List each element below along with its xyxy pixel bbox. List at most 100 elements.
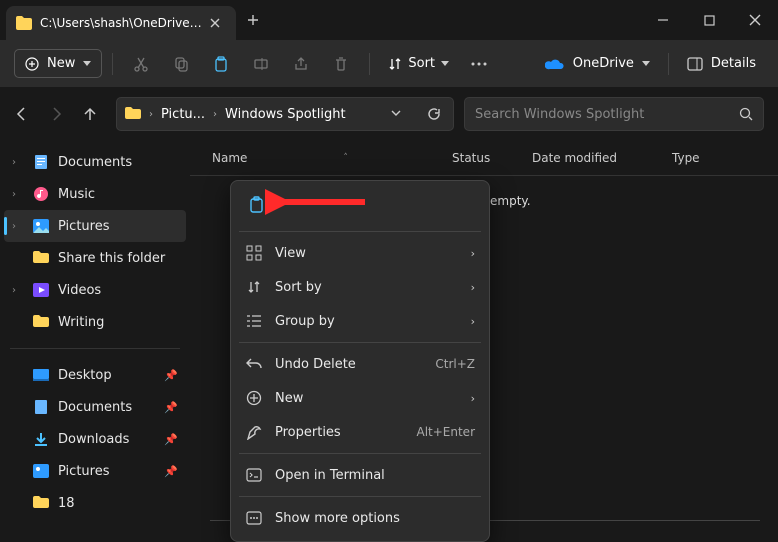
onedrive-button[interactable]: OneDrive	[537, 56, 658, 71]
context-label: Open in Terminal	[275, 468, 475, 483]
up-button[interactable]	[82, 106, 106, 122]
folder-icon	[32, 251, 50, 265]
undo-icon	[245, 357, 263, 371]
sidebar-item-desktop[interactable]: Desktop 📌	[4, 359, 186, 391]
onedrive-label: OneDrive	[573, 56, 634, 71]
context-shortcut: Ctrl+Z	[435, 357, 475, 371]
breadcrumb-seg-2[interactable]: Windows Spotlight	[225, 107, 346, 122]
search-placeholder: Search Windows Spotlight	[475, 107, 739, 122]
sidebar-item-label: 18	[58, 496, 75, 511]
documents-icon	[32, 399, 50, 415]
folder-icon	[32, 315, 50, 329]
videos-icon	[32, 283, 50, 297]
maximize-button[interactable]	[686, 0, 732, 40]
sidebar-item-videos[interactable]: › Videos	[4, 274, 186, 306]
column-name[interactable]: Name	[212, 151, 247, 165]
tab-title: C:\Users\shash\OneDrive\Pictu...	[40, 16, 202, 30]
column-headers[interactable]: Name ˄ Status Date modified Type	[190, 140, 778, 176]
pin-icon: 📌	[164, 465, 178, 478]
sidebar-item-pictures-2[interactable]: Pictures 📌	[4, 455, 186, 487]
chevron-down-icon	[83, 61, 91, 67]
context-paste-button[interactable]	[243, 191, 271, 219]
sidebar-item-documents[interactable]: › Documents	[4, 146, 186, 178]
context-sort-by[interactable]: Sort by ›	[237, 270, 483, 304]
details-button[interactable]: Details	[679, 56, 764, 71]
context-label: Show more options	[275, 511, 475, 526]
new-label: New	[47, 56, 75, 71]
details-pane-icon	[687, 57, 703, 71]
context-label: Properties	[275, 425, 404, 440]
paste-icon[interactable]	[203, 56, 239, 72]
context-undo-delete[interactable]: Undo Delete Ctrl+Z	[237, 347, 483, 381]
sidebar-item-writing[interactable]: Writing	[4, 306, 186, 338]
context-view[interactable]: View ›	[237, 236, 483, 270]
pin-icon: 📌	[164, 401, 178, 414]
delete-icon[interactable]	[323, 56, 359, 72]
chevron-down-icon[interactable]	[391, 110, 401, 118]
chevron-right-icon: ›	[12, 285, 24, 296]
copy-icon[interactable]	[163, 56, 199, 72]
context-label: New	[275, 391, 459, 406]
window-controls	[640, 0, 778, 40]
back-button[interactable]	[14, 106, 38, 122]
documents-icon	[32, 154, 50, 170]
tab-active[interactable]: C:\Users\shash\OneDrive\Pictu...	[6, 6, 236, 40]
pin-icon: 📌	[164, 369, 178, 382]
chevron-right-icon: ›	[12, 189, 24, 200]
paste-icon	[248, 196, 266, 214]
refresh-button[interactable]	[423, 107, 445, 121]
column-date[interactable]: Date modified	[532, 151, 672, 165]
new-button[interactable]: New	[14, 49, 102, 78]
sidebar-item-music[interactable]: › Music	[4, 178, 186, 210]
sort-indicator-icon: ˄	[343, 153, 348, 163]
more-icon[interactable]	[461, 62, 497, 66]
titlebar: C:\Users\shash\OneDrive\Pictu...	[0, 0, 778, 40]
context-properties[interactable]: Properties Alt+Enter	[237, 415, 483, 449]
chevron-right-icon: ›	[12, 157, 24, 168]
context-label: Group by	[275, 314, 459, 329]
chevron-right-icon: ›	[471, 392, 475, 405]
pictures-icon	[32, 464, 50, 478]
sidebar-item-pictures[interactable]: › Pictures	[4, 210, 186, 242]
cut-icon[interactable]	[123, 56, 159, 72]
context-label: View	[275, 246, 459, 261]
context-label: Sort by	[275, 280, 459, 295]
column-type[interactable]: Type	[672, 151, 778, 165]
properties-icon	[245, 424, 263, 440]
context-label: Undo Delete	[275, 357, 423, 372]
sidebar-item-downloads[interactable]: Downloads 📌	[4, 423, 186, 455]
forward-button[interactable]	[48, 106, 72, 122]
close-button[interactable]	[732, 0, 778, 40]
tab-close-icon[interactable]	[210, 18, 224, 28]
sidebar-item-label: Writing	[58, 315, 104, 330]
context-open-terminal[interactable]: Open in Terminal	[237, 458, 483, 492]
context-group-by[interactable]: Group by ›	[237, 304, 483, 338]
terminal-icon	[245, 468, 263, 482]
sidebar-item-share[interactable]: Share this folder	[4, 242, 186, 274]
plus-circle-icon	[245, 390, 263, 406]
sidebar-item-documents-2[interactable]: Documents 📌	[4, 391, 186, 423]
context-show-more[interactable]: Show more options	[237, 501, 483, 535]
desktop-icon	[32, 369, 50, 381]
breadcrumb[interactable]: › Pictu... › Windows Spotlight	[116, 97, 454, 131]
search-input[interactable]: Search Windows Spotlight	[464, 97, 764, 131]
details-label: Details	[711, 56, 756, 71]
music-icon	[32, 186, 50, 202]
column-status[interactable]: Status	[452, 151, 532, 165]
view-icon	[245, 245, 263, 261]
folder-icon	[32, 496, 50, 510]
sort-button[interactable]: Sort	[380, 56, 457, 71]
more-options-icon	[245, 511, 263, 525]
toolbar: New Sort OneDrive Details	[0, 40, 778, 88]
breadcrumb-separator: ›	[147, 109, 155, 120]
rename-icon[interactable]	[243, 56, 279, 72]
sidebar-item-18[interactable]: 18	[4, 487, 186, 519]
minimize-button[interactable]	[640, 0, 686, 40]
context-new[interactable]: New ›	[237, 381, 483, 415]
sidebar-item-label: Share this folder	[58, 251, 165, 266]
new-tab-button[interactable]	[236, 0, 270, 40]
breadcrumb-seg-1[interactable]: Pictu...	[161, 107, 205, 122]
share-icon[interactable]	[283, 56, 319, 72]
empty-folder-text: empty.	[490, 194, 531, 208]
plus-circle-icon	[25, 57, 39, 71]
